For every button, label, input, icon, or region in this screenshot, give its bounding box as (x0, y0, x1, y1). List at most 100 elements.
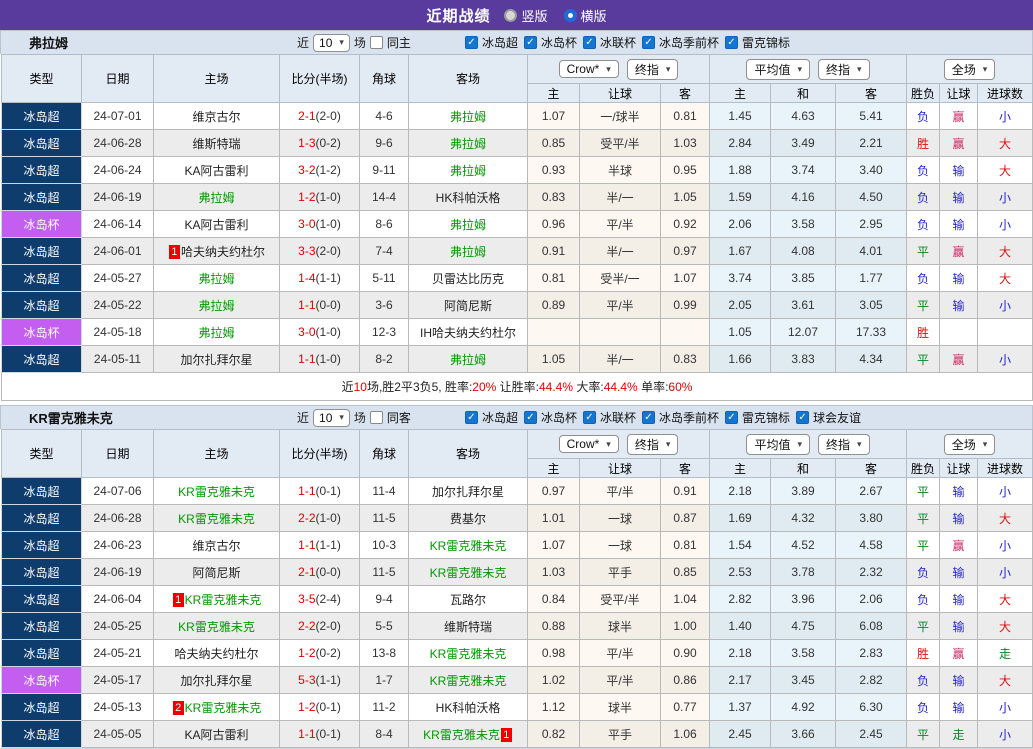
league-label: 雷克锦标 (742, 34, 790, 51)
result-cell: 负 (907, 586, 940, 613)
league-checkbox[interactable]: ✓ (465, 36, 478, 49)
home-team-name[interactable]: 哈夫纳夫约杜尔 (174, 647, 258, 661)
asian-odds-cell: 0.86 (661, 667, 710, 694)
away-team-name[interactable]: 费基尔 (450, 512, 486, 526)
score-cell: 3-2(1-2) (280, 157, 360, 184)
league-checkbox[interactable]: ✓ (725, 36, 738, 49)
home-team-cell: KA阿古雷利 (154, 721, 280, 748)
full-time-score: 1-1 (298, 727, 315, 741)
home-team-name[interactable]: 维斯特瑞 (192, 137, 240, 151)
away-team-name[interactable]: KR雷克雅未克 (430, 674, 507, 688)
away-team-name[interactable]: 瓦路尔 (450, 593, 486, 607)
asian-odds-cell: 半/一 (580, 346, 661, 373)
home-team-name[interactable]: 维京古尔 (192, 110, 240, 124)
away-team-name[interactable]: KR雷克雅未克 (430, 539, 507, 553)
same-home-checkbox[interactable] (370, 36, 383, 49)
league-checkbox[interactable]: ✓ (725, 411, 738, 424)
league-checkbox[interactable]: ✓ (524, 36, 537, 49)
away-team-name[interactable]: 弗拉姆 (450, 137, 486, 151)
match-count-select[interactable]: 10▾ (313, 409, 350, 427)
full-match-select[interactable]: 全场▾ (944, 434, 996, 455)
away-team-name[interactable]: 弗拉姆 (450, 218, 486, 232)
radio-unselected-icon[interactable] (504, 9, 517, 22)
home-team-name[interactable]: 弗拉姆 (198, 326, 234, 340)
match-count-select[interactable]: 10▾ (313, 34, 350, 52)
final-odds-select[interactable]: 终指▾ (627, 59, 679, 80)
asian-odds-cell: 1.07 (528, 103, 580, 130)
final-odds-select[interactable]: 终指▾ (818, 434, 870, 455)
same-away-checkbox[interactable] (370, 411, 383, 424)
final-odds-select[interactable]: 终指▾ (818, 59, 870, 80)
home-team-cell: 弗拉姆 (154, 184, 280, 211)
radio-selected-icon[interactable] (564, 9, 577, 22)
radio-horizontal-layout[interactable]: 横版 (564, 6, 607, 25)
home-team-name[interactable]: KR雷克雅未克 (178, 512, 255, 526)
home-team-name[interactable]: 阿简尼斯 (192, 566, 240, 580)
home-team-name[interactable]: 维京古尔 (192, 539, 240, 553)
home-team-name[interactable]: KR雷克雅未克 (185, 701, 262, 715)
away-team-name[interactable]: 弗拉姆 (450, 110, 486, 124)
euro-odds-cell: 17.33 (836, 319, 907, 346)
away-team-name[interactable]: 弗拉姆 (450, 353, 486, 367)
league-checkbox[interactable]: ✓ (465, 411, 478, 424)
result-cell: 输 (940, 559, 978, 586)
home-team-name[interactable]: KR雷克雅未克 (178, 485, 255, 499)
league-checkbox[interactable]: ✓ (524, 411, 537, 424)
away-team-name[interactable]: KR雷克雅未克 (430, 566, 507, 580)
full-time-score: 1-2 (298, 646, 315, 660)
away-team-cell: 阿简尼斯 (409, 292, 528, 319)
away-team-name[interactable]: 弗拉姆 (450, 245, 486, 259)
home-team-name[interactable]: KR雷克雅未克 (178, 620, 255, 634)
home-team-name[interactable]: KR雷克雅未克 (185, 593, 262, 607)
league-checkbox[interactable]: ✓ (583, 411, 596, 424)
away-team-cell: 弗拉姆 (409, 130, 528, 157)
home-team-name[interactable]: 弗拉姆 (198, 272, 234, 286)
final-odds-select[interactable]: 终指▾ (627, 434, 679, 455)
col-header-corner: 角球 (360, 55, 409, 103)
home-team-name[interactable]: 哈夫纳夫约杜尔 (181, 245, 265, 259)
away-team-name[interactable]: 阿简尼斯 (444, 299, 492, 313)
league-checkbox[interactable]: ✓ (796, 411, 809, 424)
euro-odds-cell: 2.32 (836, 559, 907, 586)
result-cell: 平 (907, 238, 940, 265)
full-match-select[interactable]: 全场▾ (944, 59, 996, 80)
bookmaker-select[interactable]: Crow*▾ (559, 60, 619, 78)
radio-vertical-layout[interactable]: 竖版 (504, 6, 547, 25)
filter-row: 弗拉姆 近 10▾ 场 同主 ✓冰岛超✓冰岛杯✓冰联杯✓冰岛季前杯✓雷克锦标 (0, 30, 1033, 54)
away-team-name[interactable]: 维斯特瑞 (444, 620, 492, 634)
away-team-name[interactable]: KR雷克雅未克 (423, 728, 500, 742)
average-select[interactable]: 平均值▾ (746, 434, 810, 455)
average-select[interactable]: 平均值▾ (746, 59, 810, 80)
sub-header-asian-away: 客 (661, 459, 710, 478)
away-team-name[interactable]: 加尔扎拜尔星 (432, 485, 504, 499)
league-checkbox[interactable]: ✓ (642, 36, 655, 49)
home-team-name[interactable]: KA阿古雷利 (184, 728, 248, 742)
col-header-score: 比分(半场) (280, 55, 360, 103)
home-team-name[interactable]: 加尔扎拜尔星 (180, 353, 252, 367)
away-team-name[interactable]: KR雷克雅未克 (430, 647, 507, 661)
result-cell: 小 (978, 559, 1033, 586)
asian-odds-cell: 0.91 (661, 478, 710, 505)
away-team-name[interactable]: 弗拉姆 (450, 164, 486, 178)
score-cell: 1-1(1-1) (280, 532, 360, 559)
home-team-name[interactable]: KA阿古雷利 (184, 218, 248, 232)
home-team-name[interactable]: 加尔扎拜尔星 (180, 674, 252, 688)
away-team-name[interactable]: HK科帕沃格 (436, 191, 501, 205)
league-checkbox[interactable]: ✓ (642, 411, 655, 424)
league-checkbox[interactable]: ✓ (583, 36, 596, 49)
date-cell: 24-05-11 (82, 346, 154, 373)
home-team-name[interactable]: 弗拉姆 (198, 191, 234, 205)
bookmaker-select[interactable]: Crow*▾ (559, 435, 619, 453)
result-cell: 平 (907, 346, 940, 373)
match-row: 冰岛超24-06-011哈夫纳夫约杜尔3-3(2-0)7-4弗拉姆0.91半/一… (2, 238, 1033, 265)
sub-header-euro-home: 主 (710, 84, 771, 103)
home-team-name[interactable]: KA阿古雷利 (184, 164, 248, 178)
home-team-name[interactable]: 弗拉姆 (198, 299, 234, 313)
away-team-name[interactable]: HK科帕沃格 (436, 701, 501, 715)
away-team-name[interactable]: IH哈夫纳夫约杜尔 (420, 326, 516, 340)
home-team-cell: 加尔扎拜尔星 (154, 667, 280, 694)
sub-header-euro-away: 客 (836, 84, 907, 103)
away-team-name[interactable]: 贝雷达比历克 (432, 272, 504, 286)
results-table: 类型 日期 主场 比分(半场) 角球 客场 Crow*▾ 终指▾ 平均值 (1, 54, 1033, 401)
date-cell: 24-06-19 (82, 559, 154, 586)
